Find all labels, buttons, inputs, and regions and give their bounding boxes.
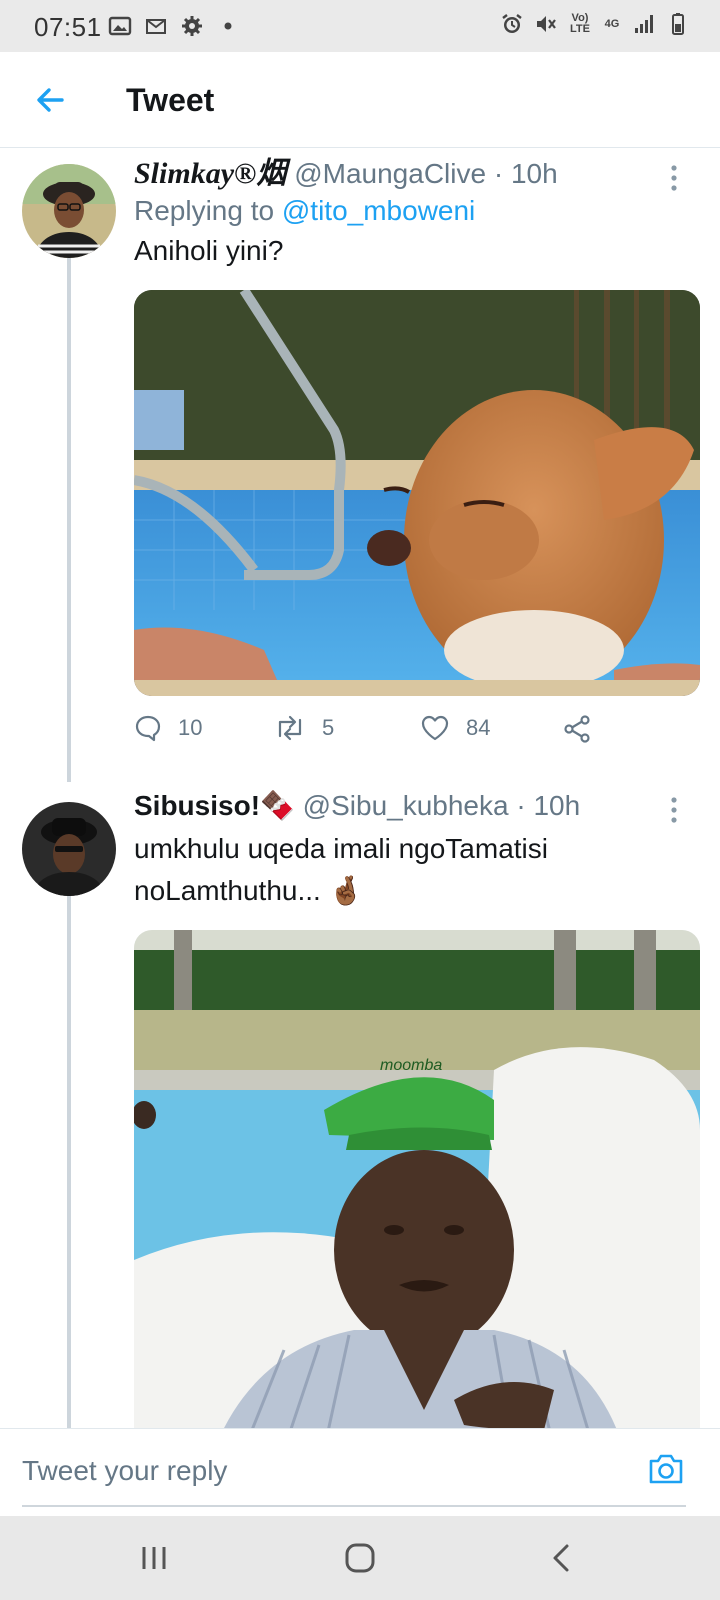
share-icon [564, 715, 590, 743]
tweet-time: 10h [533, 790, 581, 821]
separator-dot: · [516, 790, 526, 821]
replying-to-link[interactable]: @tito_mboweni [282, 195, 475, 226]
user-handle[interactable]: @Sibu_kubheka [303, 790, 509, 821]
mute-icon [537, 16, 556, 32]
back-icon[interactable] [540, 1536, 584, 1580]
reply-input[interactable] [22, 1447, 582, 1495]
reply-icon [135, 715, 161, 742]
share-action[interactable] [562, 714, 592, 744]
status-time: 07:51 [34, 12, 102, 42]
retweet-icon [278, 715, 302, 741]
reply-underline [22, 1505, 686, 1507]
heart-icon [421, 715, 449, 741]
replying-prefix: Replying to [134, 195, 275, 226]
tweet-media[interactable]: moomba [134, 930, 700, 1428]
home-icon[interactable] [338, 1536, 382, 1580]
reply-action[interactable]: 10 [134, 714, 202, 742]
display-name[interactable]: Slimkay®烟 [134, 157, 286, 190]
notification-dot-icon [224, 22, 232, 30]
volte-icon: Vo) LTE [570, 12, 590, 35]
page-title: Tweet [126, 82, 215, 118]
camera-icon[interactable] [646, 1449, 686, 1489]
settings-gear-icon [182, 16, 202, 36]
app-header: Tweet [0, 52, 720, 148]
gmail-icon [146, 19, 166, 34]
tweet-media[interactable] [134, 290, 700, 696]
tweet[interactable]: Sibusiso!🍫 @Sibu_kubheka · 10h umkhulu u… [0, 788, 720, 1428]
retweet-count: 5 [322, 715, 335, 740]
status-bar: 07:51 Vo) LTE 4G [0, 0, 720, 52]
tweet-text: Aniholi yini? [134, 235, 284, 266]
tweet-actions: 10 5 84 [134, 714, 634, 754]
4g-icon: 4G [604, 17, 620, 30]
avatar[interactable] [22, 164, 116, 258]
replying-to: Replying to @tito_mboweni [134, 192, 686, 230]
alarm-icon [502, 14, 522, 33]
tweet-text: umkhulu uqeda imali ngoTamatisi noLamthu… [134, 833, 548, 906]
like-action[interactable]: 84 [420, 714, 490, 742]
like-count: 84 [466, 715, 491, 740]
reply-bar [0, 1428, 720, 1516]
battery-icon [672, 13, 684, 35]
retweet-action[interactable]: 5 [274, 714, 334, 742]
man-green-cap-pool-photo: moomba [134, 930, 700, 1428]
svg-text:moomba: moomba [380, 1057, 442, 1074]
chihuahua-pool-photo [134, 290, 700, 696]
display-name[interactable]: Sibusiso!🍫 [134, 790, 295, 821]
system-nav-bar [0, 1516, 720, 1600]
user-handle[interactable]: @MaungaClive [294, 158, 486, 189]
recent-apps-icon[interactable] [132, 1536, 176, 1580]
tweet-time: 10h [510, 158, 558, 189]
arrow-left-icon[interactable] [30, 80, 70, 120]
more-options-icon[interactable] [662, 160, 686, 196]
signal-icon [635, 15, 653, 33]
image-icon [108, 16, 132, 36]
reply-count: 10 [178, 715, 203, 740]
tweet[interactable]: Slimkay®烟 @MaungaClive · 10h Replying to… [0, 148, 720, 788]
more-options-icon[interactable] [662, 792, 686, 828]
avatar[interactable] [22, 802, 116, 896]
separator-dot: · [493, 158, 504, 189]
